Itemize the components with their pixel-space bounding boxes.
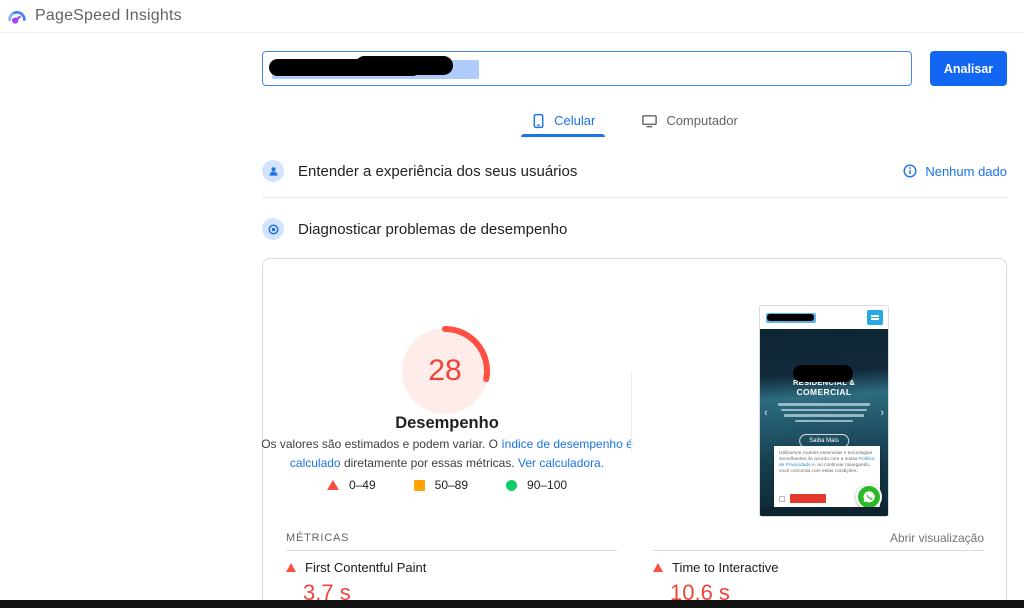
smartphone-icon: [531, 113, 546, 129]
vertical-divider: [631, 371, 632, 453]
see-calculator-link[interactable]: Ver calculadora.: [518, 456, 604, 470]
average-square-icon: [414, 480, 425, 491]
search-row: Analisar: [262, 51, 1007, 86]
metrics-header-row: MÉTRICAS Abrir visualização: [286, 531, 984, 545]
performance-title: Desempenho: [263, 414, 631, 433]
url-input[interactable]: [262, 51, 912, 86]
preview-footer-strip: [760, 507, 888, 516]
carousel-next-icon: ›: [880, 407, 884, 419]
legend-range: 0–49: [349, 478, 376, 492]
field-data-title: Entender a experiência dos seus usuários: [298, 163, 577, 180]
performance-score-gauge: 28: [399, 325, 491, 417]
section-divider: [262, 197, 1007, 198]
pagespeed-logo-icon: [6, 5, 28, 27]
redacted-url-scribble: [355, 56, 453, 75]
legend-range: 90–100: [527, 478, 567, 492]
carousel-prev-icon: ‹: [764, 407, 768, 419]
field-data-section-header: Entender a experiência dos seus usuários…: [262, 156, 1007, 186]
fail-triangle-icon: [653, 563, 663, 572]
desc-text: Os valores são estimados e podem variar.…: [261, 437, 501, 451]
desktop-icon: [641, 113, 658, 129]
report-card: 28 Desempenho Os valores são estimados e…: [262, 258, 1007, 608]
performance-score-value: 28: [399, 325, 491, 417]
device-tabs: Celular Computador: [262, 104, 1007, 137]
lab-data-title: Diagnosticar problemas de desempenho: [298, 221, 567, 238]
metrics-heading: MÉTRICAS: [286, 532, 349, 544]
metric-time-to-interactive: Time to Interactive 10,6 s: [653, 550, 984, 606]
page-preview-thumbnail: RESIDENCIAL & COMERCIAL ‹ › Saiba Mais U…: [759, 305, 889, 517]
redacted-hero-scribble: [793, 365, 853, 382]
app-title: PageSpeed Insights: [35, 7, 182, 25]
tab-desktop-label: Computador: [666, 113, 738, 128]
preview-hero-text-lines: [760, 403, 888, 422]
performance-description: Os valores são estimados e podem variar.…: [259, 435, 635, 473]
metric-name-label: Time to Interactive: [672, 560, 778, 575]
pass-circle-icon: [506, 480, 517, 491]
legend-item-average: 50–89: [414, 478, 468, 492]
preview-cookie-text: Utilizamos cookies essenciais e tecnolog…: [779, 450, 875, 474]
fail-triangle-icon: [286, 563, 296, 572]
tab-mobile[interactable]: Celular: [521, 104, 605, 137]
menu-icon: [867, 310, 883, 325]
checkbox-icon: [779, 496, 785, 502]
desc-text: diretamente por essas métricas.: [341, 456, 518, 470]
preview-hero-title-2: COMERCIAL: [760, 387, 888, 397]
preview-cookie-actions: [779, 494, 826, 503]
lab-data-section-header: Diagnosticar problemas de desempenho: [262, 214, 1007, 244]
app-header: PageSpeed Insights: [0, 0, 1024, 33]
metric-name-label: First Contentful Paint: [305, 560, 426, 575]
preview-site-header: [760, 306, 888, 329]
redacted-consent-button: [790, 494, 826, 503]
pagespeed-insights-page: PageSpeed Insights Analisar Celular Comp…: [0, 0, 1024, 608]
redacted-logo-scribble: [767, 314, 814, 321]
fail-triangle-icon: [327, 480, 339, 490]
analyze-button[interactable]: Analisar: [930, 51, 1007, 86]
no-data-label: Nenhum dado: [925, 164, 1007, 179]
score-legend: 0–49 50–89 90–100: [263, 478, 631, 492]
no-data-link[interactable]: Nenhum dado: [903, 164, 1007, 179]
info-icon: [903, 164, 917, 178]
users-circle-icon: [262, 160, 284, 182]
gauge-circle-icon: [262, 218, 284, 240]
bottom-black-bar: [0, 600, 1024, 608]
tab-mobile-label: Celular: [554, 113, 595, 128]
metric-first-contentful-paint: First Contentful Paint 3,7 s: [286, 550, 617, 606]
tab-desktop[interactable]: Computador: [631, 104, 748, 137]
open-preview-link[interactable]: Abrir visualização: [890, 531, 984, 545]
legend-item-fail: 0–49: [327, 478, 376, 492]
legend-range: 50–89: [435, 478, 468, 492]
legend-item-pass: 90–100: [506, 478, 567, 492]
metrics-grid: First Contentful Paint 3,7 s Time to Int…: [286, 550, 984, 606]
